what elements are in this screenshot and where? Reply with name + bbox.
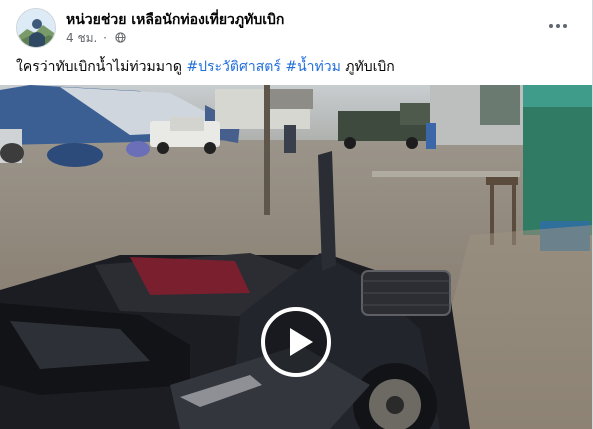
page-avatar[interactable] [16, 8, 56, 48]
video-player[interactable] [0, 85, 592, 429]
more-options-button[interactable] [542, 12, 574, 40]
facebook-post: หน่วยช่วย เหลือนักท่องเที่ยวภูทับเบิก 4 … [0, 0, 593, 429]
globe-icon [115, 32, 126, 43]
post-timestamp[interactable]: 4 ชม. [66, 31, 97, 45]
meta-separator: · [103, 31, 107, 45]
play-icon [290, 328, 313, 356]
post-header: หน่วยช่วย เหลือนักท่องเที่ยวภูทับเบิก 4 … [16, 8, 582, 48]
page-name[interactable]: หน่วยช่วย เหลือนักท่องเที่ยวภูทับเบิก [66, 9, 284, 31]
caption-text: ใครว่าทับเบิกน้ำไม่ท่วมมาดู [16, 59, 182, 75]
video-frame [0, 85, 592, 429]
hashtag-history[interactable]: #ประวัติศาสตร์ [186, 59, 281, 75]
hashtag-flood[interactable]: #น้ำท่วม [285, 59, 340, 75]
caption-location: ภูทับเบิก [345, 59, 395, 75]
post-meta: 4 ชม. · [66, 29, 126, 48]
more-horizontal-icon [549, 24, 553, 28]
avatar-image [17, 9, 55, 47]
play-button[interactable] [261, 307, 331, 377]
post-caption: ใครว่าทับเบิกน้ำไม่ท่วมมาดู #ประวัติศาสต… [16, 56, 580, 78]
